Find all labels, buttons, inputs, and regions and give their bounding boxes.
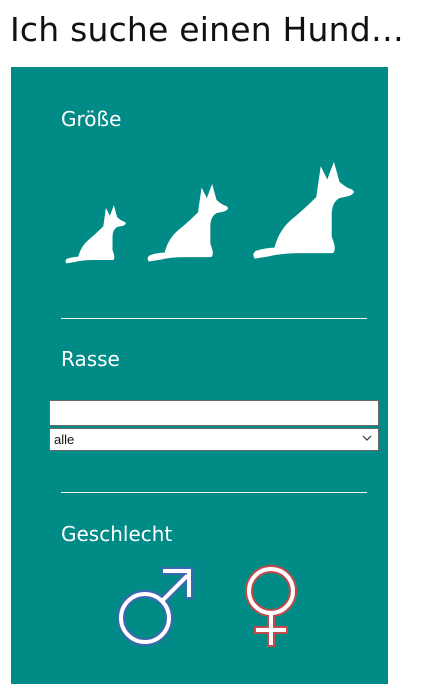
search-panel: Größe Rasse alle Geschlecht [11, 67, 388, 684]
breed-select-value: alle [54, 432, 75, 447]
small-dog-option[interactable] [64, 200, 132, 266]
medium-dog-option[interactable] [145, 177, 237, 265]
small-dog-icon [65, 205, 126, 264]
gender-label: Geschlecht [61, 522, 173, 546]
female-symbol-icon [245, 565, 297, 647]
male-option[interactable] [115, 565, 195, 647]
divider [61, 492, 367, 493]
size-label: Größe [61, 107, 122, 131]
divider [61, 318, 367, 319]
medium-dog-icon [147, 184, 229, 262]
large-dog-option[interactable] [250, 153, 365, 263]
page-title: Ich suche einen Hund… [10, 10, 405, 49]
large-dog-icon [253, 161, 354, 259]
breed-select[interactable]: alle [49, 428, 379, 451]
female-option[interactable] [241, 563, 301, 649]
chevron-down-icon [362, 435, 372, 441]
breed-label: Rasse [61, 347, 120, 371]
male-symbol-icon [117, 567, 193, 646]
breed-search-input[interactable] [49, 400, 379, 426]
